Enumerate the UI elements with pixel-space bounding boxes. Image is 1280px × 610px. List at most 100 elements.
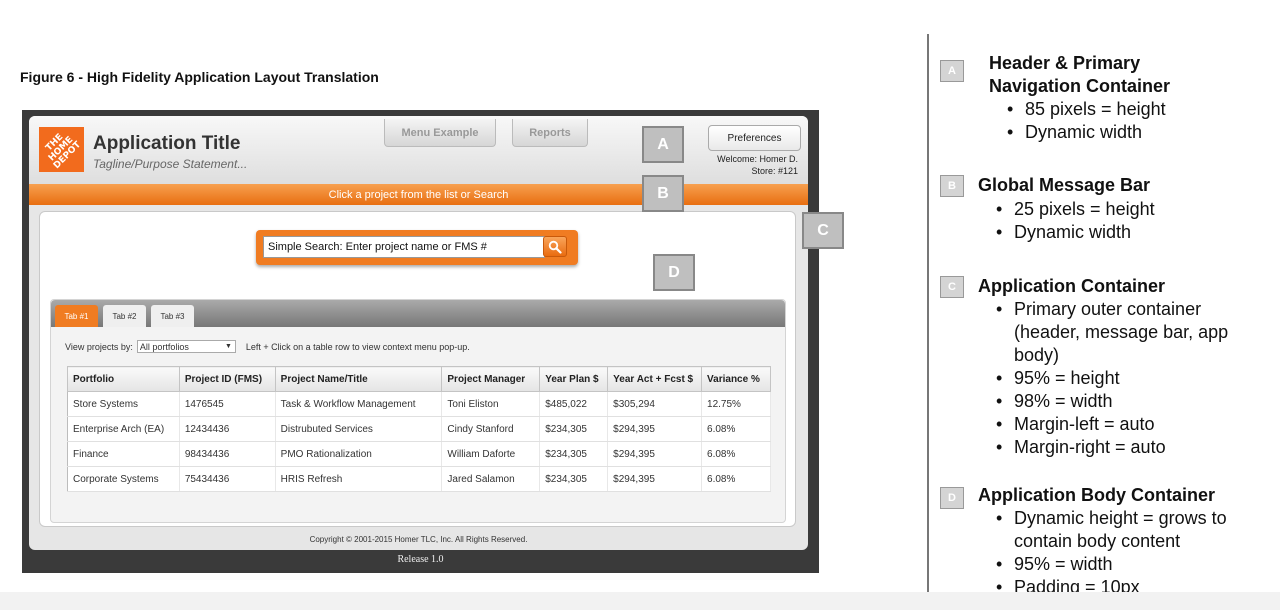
table-cell: 6.08% (701, 441, 771, 467)
legend-item: Dynamic height = grows to contain body c… (996, 507, 1256, 553)
callout-b: B (642, 175, 684, 212)
legend-box-c: C (940, 276, 964, 298)
column-header[interactable]: Project Manager (441, 366, 541, 392)
reports-button[interactable]: Reports (512, 119, 588, 147)
global-message-bar: Click a project from the list or Search (29, 184, 808, 205)
table-cell: $294,395 (607, 466, 703, 492)
legend-box-d: D (940, 487, 964, 509)
table-cell: 12434436 (179, 416, 276, 442)
legend-item: Margin-left = auto (996, 413, 1236, 436)
table-row[interactable]: Store Systems 1476545 Task & Workflow Ma… (67, 391, 771, 417)
table-cell: 6.08% (701, 466, 771, 492)
column-header[interactable]: Project ID (FMS) (178, 366, 276, 392)
legend-box-a: A (940, 60, 964, 82)
table-cell: 75434436 (179, 466, 276, 492)
portfolio-select[interactable]: All portfolios ▼ (136, 340, 236, 353)
preferences-button[interactable]: Preferences (708, 125, 801, 151)
legend-item: 95% = width (996, 553, 1256, 576)
projects-table: Portfolio Project ID (FMS) Project Name/… (67, 366, 771, 492)
table-cell: 1476545 (179, 391, 276, 417)
column-header[interactable]: Variance % (701, 366, 771, 392)
tab-bar: Tab #1 Tab #2 Tab #3 (51, 300, 785, 327)
filter-row: View projects by: All portfolios ▼ Left … (65, 340, 470, 353)
home-depot-logo: THE HOME DEPOT (39, 127, 84, 172)
tab-3[interactable]: Tab #3 (151, 305, 194, 327)
tab-2[interactable]: Tab #2 (103, 305, 146, 327)
legend-item: 25 pixels = height (996, 198, 1155, 221)
table-cell: $294,395 (607, 441, 703, 467)
callout-a: A (642, 126, 684, 163)
header-navigation: THE HOME DEPOT Application Title Tagline… (29, 116, 808, 184)
legend-box-b: B (940, 175, 964, 197)
legend-item: 85 pixels = height (1007, 98, 1166, 121)
application-body-container: Tab #1 Tab #2 Tab #3 View projects by: A… (50, 299, 786, 523)
table-row[interactable]: Finance 98434436 PMO Rationalization Wil… (67, 441, 771, 467)
table-cell: $305,294 (607, 391, 703, 417)
table-cell: Task & Workflow Management (275, 391, 443, 417)
table-cell: $294,395 (607, 416, 703, 442)
column-header[interactable]: Portfolio (67, 366, 180, 392)
column-header[interactable]: Year Plan $ (539, 366, 609, 392)
legend-list-d: Dynamic height = grows to contain body c… (996, 507, 1256, 599)
app-title: Application Title (93, 133, 241, 154)
table-cell: PMO Rationalization (275, 441, 443, 467)
table-cell: William Daforte (441, 441, 541, 467)
divider (927, 34, 929, 592)
welcome-info: Welcome: Homer D. Store: #121 (717, 153, 798, 177)
tab-1[interactable]: Tab #1 (55, 305, 98, 327)
release-label: Release 1.0 (397, 554, 444, 565)
table-cell: Distrubuted Services (275, 416, 443, 442)
chevron-down-icon: ▼ (224, 343, 232, 350)
table-cell: Corporate Systems (67, 466, 180, 492)
column-header[interactable]: Project Name/Title (274, 366, 443, 392)
store-text: Store: #121 (751, 166, 798, 176)
table-cell: $234,305 (539, 416, 609, 442)
copyright-text: Copyright © 2001-2015 Homer TLC, Inc. Al… (309, 535, 528, 544)
callout-d: D (653, 254, 695, 291)
table-cell: Toni Eliston (441, 391, 541, 417)
table-cell: Store Systems (67, 391, 180, 417)
filter-hint: Left + Click on a table row to view cont… (245, 341, 470, 352)
table-header-row: Portfolio Project ID (FMS) Project Name/… (67, 366, 771, 392)
bottom-band (0, 592, 1280, 610)
table-row[interactable]: Corporate Systems 75434436 HRIS Refresh … (67, 466, 771, 492)
tagline: Tagline/Purpose Statement... (93, 157, 248, 171)
search-button[interactable] (543, 236, 567, 257)
table-cell: $234,305 (539, 441, 609, 467)
column-header[interactable]: Year Act + Fcst $ (607, 366, 703, 392)
table-cell: Cindy Stanford (441, 416, 541, 442)
table-cell: $234,305 (539, 466, 609, 492)
table-cell: 98434436 (179, 441, 276, 467)
search-input[interactable]: Simple Search: Enter project name or FMS… (263, 236, 545, 258)
legend-list-b: 25 pixels = height Dynamic width (996, 198, 1155, 244)
legend-title-a: Header & Primary Navigation Container (989, 52, 1204, 98)
legend-title-a-text: Header & Primary Navigation Container (989, 53, 1171, 96)
table-cell: Finance (67, 441, 180, 467)
filter-label: View projects by: (65, 341, 133, 352)
table-cell: 12.75% (701, 391, 771, 417)
search-icon (548, 240, 562, 254)
callout-c: C (802, 212, 844, 249)
legend-title-b: Global Message Bar (978, 175, 1151, 195)
figure-title: Figure 6 - High Fidelity Application Lay… (20, 69, 379, 85)
app-frame: THE HOME DEPOT Application Title Tagline… (22, 110, 819, 573)
legend-list-c: Primary outer container (header, message… (996, 298, 1236, 459)
table-cell: 6.08% (701, 416, 771, 442)
application-container: THE HOME DEPOT Application Title Tagline… (29, 116, 808, 550)
legend-item: Primary outer container (header, message… (996, 298, 1236, 367)
table-row[interactable]: Enterprise Arch (EA) 12434436 Distrubute… (67, 416, 771, 442)
legend-title-c: Application Container (978, 276, 1166, 296)
table-cell: Jared Salamon (441, 466, 541, 492)
table-cell: HRIS Refresh (275, 466, 443, 492)
table-cell: Enterprise Arch (EA) (67, 416, 180, 442)
welcome-text: Welcome: Homer D. (717, 154, 798, 164)
portfolio-select-value: All portfolios (139, 341, 189, 352)
legend-item: Dynamic width (996, 221, 1155, 244)
legend-item: Dynamic width (1007, 121, 1166, 144)
legend-list-a: 85 pixels = height Dynamic width (1007, 98, 1166, 144)
legend-title-d: Application Body Container (978, 485, 1216, 505)
table-cell: $485,022 (539, 391, 609, 417)
legend-item: 98% = width (996, 390, 1236, 413)
search-box: Simple Search: Enter project name or FMS… (256, 230, 578, 265)
menu-example-button[interactable]: Menu Example (384, 119, 496, 147)
